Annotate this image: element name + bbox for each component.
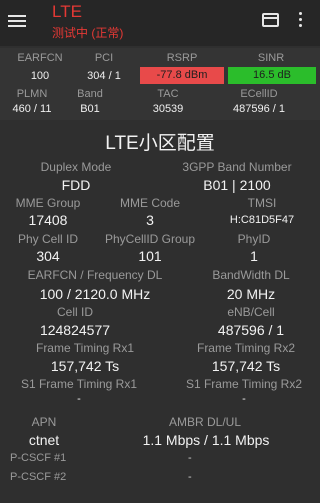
app-bar: LTE 测试中 (正常) — [0, 0, 320, 46]
phyid-label: PhyID — [237, 232, 271, 246]
duplex-mode-label: Duplex Mode — [40, 160, 112, 174]
tmsi-value: H:C81D5F47 — [229, 214, 295, 226]
apn-label: APN — [31, 415, 57, 429]
menu-icon[interactable] — [8, 12, 28, 30]
app-status: 测试中 (正常) — [52, 26, 124, 40]
ambr-value: 1.1 Mbps / 1.1 Mbps — [142, 432, 270, 448]
duplex-mode-value: FDD — [61, 177, 91, 193]
earfcn-frequency-label: EARFCN / Frequency DL — [27, 268, 163, 282]
tac-value: 30539 — [152, 103, 184, 115]
mme-group-label: MME Group — [15, 196, 81, 210]
frame-timing-rx2-label: Frame Timing Rx2 — [196, 341, 296, 355]
header-pci: PCI — [94, 52, 114, 64]
earfcn-value: 100 — [30, 70, 50, 82]
gpp-band-value: B01 | 2100 — [203, 177, 271, 193]
header-tac: TAC — [157, 88, 179, 100]
more-vert-icon[interactable] — [299, 12, 305, 30]
s1-frame-timing-rx1-value: - — [77, 393, 81, 405]
frame-timing-rx1-label: Frame Timing Rx1 — [35, 341, 135, 355]
header-sinr: SINR — [257, 52, 285, 64]
band-value: B01 — [80, 103, 100, 115]
cell-id-label: Cell ID — [56, 305, 93, 319]
header-band: Band — [77, 88, 103, 100]
header-ecellid: ECellID — [240, 88, 278, 100]
ambr-label: AMBR DL/UL — [168, 415, 242, 429]
section-title: LTE小区配置 — [105, 133, 215, 154]
pcscf1-label: P-CSCF #1 — [10, 452, 67, 464]
pcscf1-value: - — [188, 452, 192, 464]
pci-value: 304 / 1 — [87, 70, 121, 82]
app-title: LTE — [52, 2, 82, 21]
s1-frame-timing-rx2-label: S1 Frame Timing Rx2 — [185, 377, 303, 391]
header-plmn: PLMN — [16, 88, 48, 100]
phy-cellid-group-value: 101 — [138, 248, 162, 264]
rsrp-meter: -77.8 dBm — [140, 67, 224, 84]
tmsi-label: TMSI — [247, 196, 277, 210]
sinr-meter: 16.5 dB — [228, 67, 316, 84]
pcscf2-label: P-CSCF #2 — [10, 471, 67, 483]
gpp-band-label: 3GPP Band Number — [182, 160, 292, 174]
signal-summary: EARFCN PCI RSRP SINR 100 304 / 1 -77.8 d… — [0, 48, 320, 120]
enb-cell-value: 487596 / 1 — [217, 322, 285, 338]
phy-cell-id-value: 304 — [36, 248, 60, 264]
s1-frame-timing-rx2-value: - — [242, 393, 246, 405]
phy-cell-id-label: Phy Cell ID — [17, 232, 79, 246]
ecellid-value: 487596 / 1 — [233, 103, 285, 115]
mme-code-label: MME Code — [119, 196, 181, 210]
frame-timing-rx2-value: 157,742 Ts — [211, 358, 281, 374]
s1-frame-timing-rx1-label: S1 Frame Timing Rx1 — [20, 377, 138, 391]
apn-value: ctnet — [28, 432, 60, 448]
plmn-value: 460 / 11 — [12, 103, 52, 115]
cell-id-value: 124824577 — [39, 322, 111, 338]
enb-cell-label: eNB/Cell — [227, 305, 275, 319]
bandwidth-label: BandWidth DL — [212, 268, 290, 282]
frame-timing-rx1-value: 157,742 Ts — [50, 358, 120, 374]
sim-card-icon[interactable] — [262, 13, 279, 27]
phy-cellid-group-label: PhyCellID Group — [104, 232, 196, 246]
pcscf2-value: - — [188, 471, 192, 483]
mme-code-value: 3 — [146, 212, 154, 228]
mme-group-value: 17408 — [28, 212, 68, 228]
header-rsrp: RSRP — [166, 52, 198, 64]
header-earfcn: EARFCN — [17, 52, 63, 64]
bandwidth-value: 20 MHz — [226, 286, 276, 302]
phyid-value: 1 — [250, 248, 258, 264]
earfcn-frequency-value: 100 / 2120.0 MHz — [39, 286, 151, 302]
